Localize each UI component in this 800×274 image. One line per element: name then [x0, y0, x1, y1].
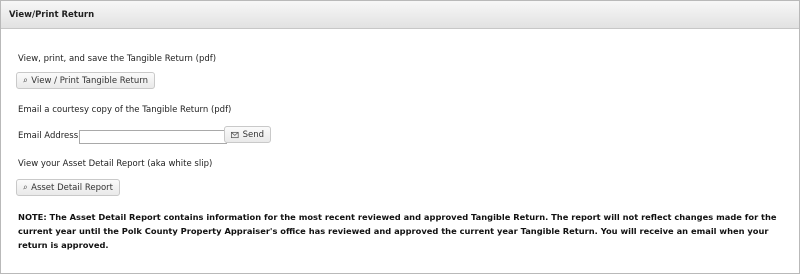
search-icon: [23, 78, 28, 83]
asset-detail-description: View your Asset Detail Report (aka white…: [18, 159, 213, 169]
email-description: Email a courtesy copy of the Tangible Re…: [18, 105, 232, 115]
view-print-tangible-return-button[interactable]: View / Print Tangible Return: [16, 72, 155, 89]
send-button[interactable]: Send: [224, 126, 271, 143]
view-print-return-panel: View/Print Return View, print, and save …: [0, 0, 800, 274]
envelope-icon: [231, 131, 239, 138]
search-icon: [23, 185, 27, 190]
asset-detail-button-label: Asset Detail Report: [31, 182, 113, 193]
email-address-label: Email Address:: [18, 131, 81, 141]
asset-report-note: NOTE: The Asset Detail Report contains i…: [18, 212, 777, 250]
view-print-description: View, print, and save the Tangible Retur…: [18, 54, 217, 64]
panel-title: View/Print Return: [1, 1, 799, 29]
view-print-button-label: View / Print Tangible Return: [31, 75, 148, 86]
asset-detail-report-button[interactable]: Asset Detail Report: [16, 179, 120, 196]
email-address-input[interactable]: [79, 130, 227, 144]
send-button-label: Send: [242, 129, 264, 140]
